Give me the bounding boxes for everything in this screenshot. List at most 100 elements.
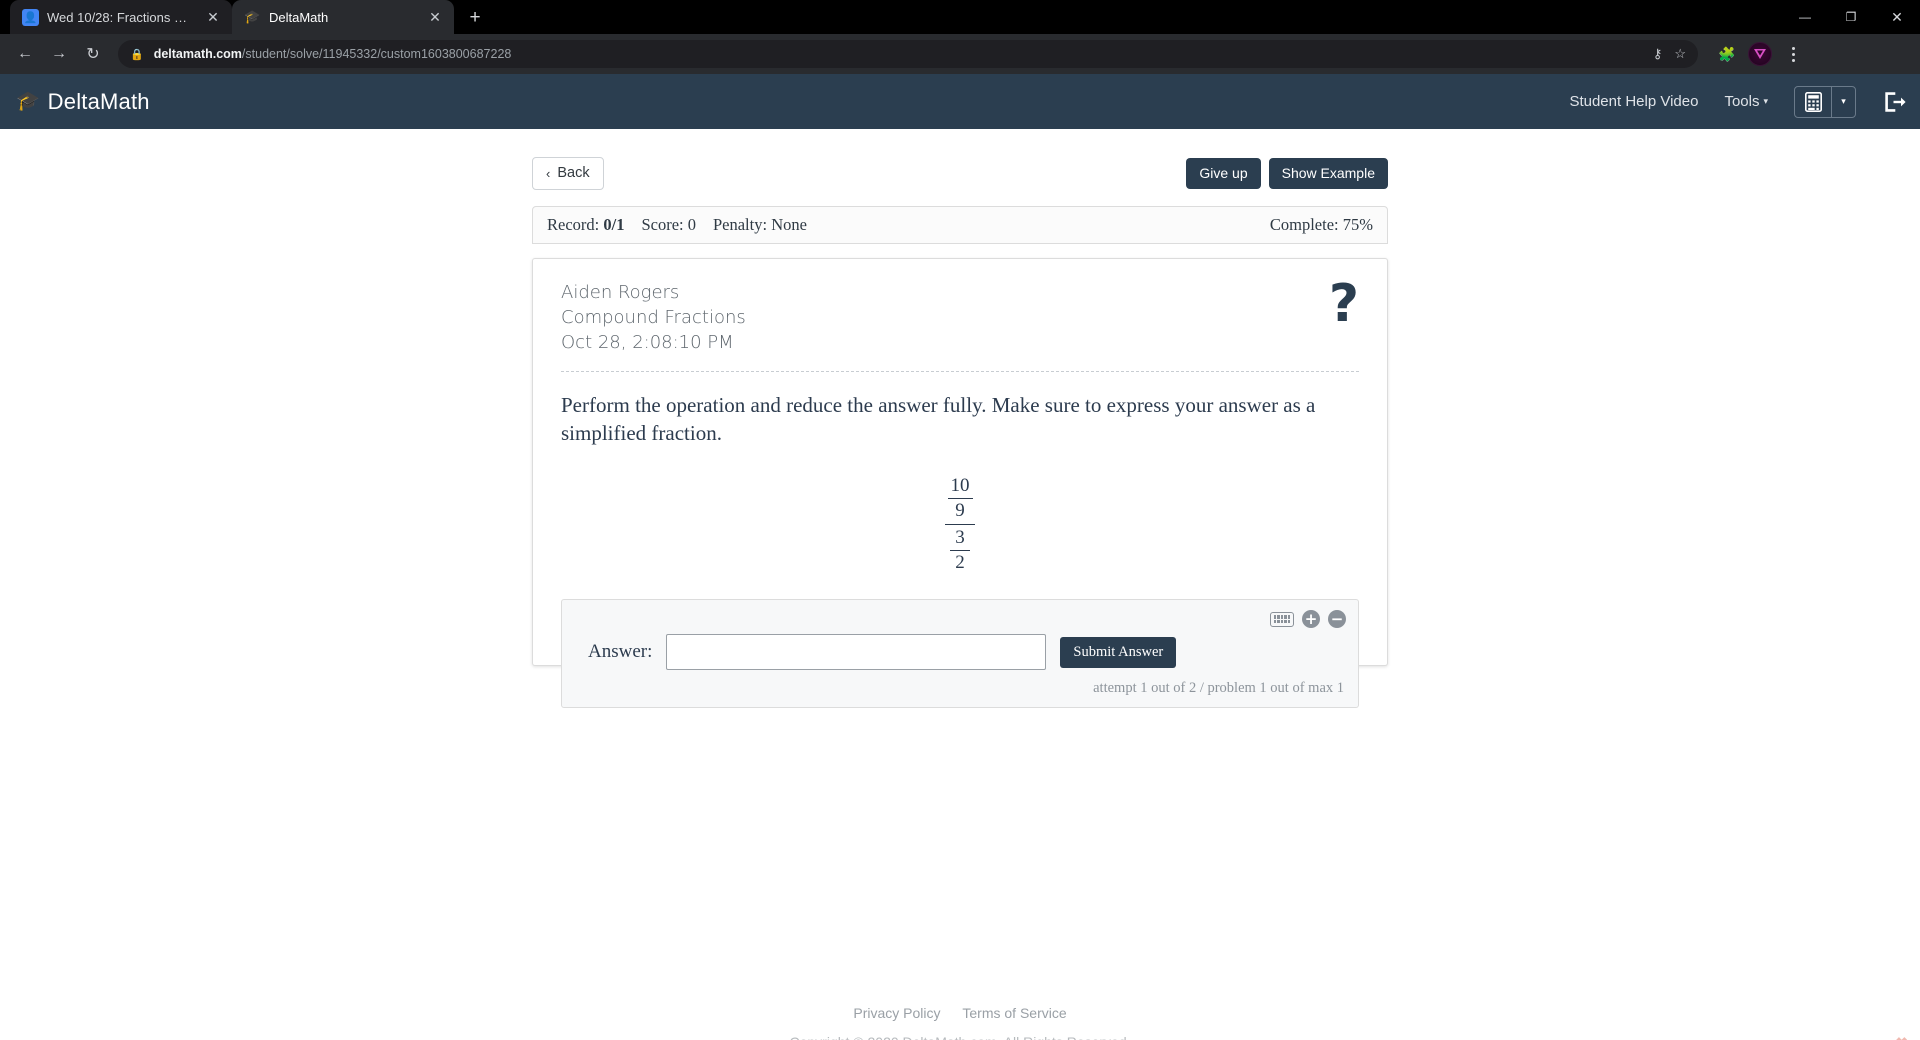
classroom-favicon-icon: 👤 — [22, 8, 39, 26]
browser-menu-icon[interactable] — [1782, 46, 1804, 62]
fraction-numerator-part: 10 9 — [947, 475, 973, 522]
lock-icon: 🔒 — [130, 48, 144, 61]
calculator-icon[interactable] — [1795, 87, 1831, 117]
logout-icon[interactable] — [1882, 91, 1906, 112]
complete-stat: Complete: 75% — [1270, 215, 1373, 235]
answer-input[interactable] — [666, 634, 1047, 671]
compound-fraction: 10 9 3 2 — [945, 476, 975, 573]
complete-value: 75% — [1342, 215, 1373, 234]
numerator-bottom: 9 — [955, 500, 965, 522]
reload-icon[interactable]: ↻ — [78, 39, 108, 69]
student-help-video-link[interactable]: Student Help Video — [1569, 93, 1698, 110]
url-path: /student/solve/11945332/custom1603800687… — [241, 47, 512, 61]
copyright-text: Copyright © 2020 DeltaMath.com. All Righ… — [0, 1034, 1920, 1040]
submit-answer-button[interactable]: Submit Answer — [1060, 636, 1177, 668]
footer-links: Privacy Policy Terms of Service — [0, 1005, 1920, 1021]
password-key-icon[interactable]: ⚷ — [1653, 46, 1663, 62]
tab-close-icon[interactable]: ✕ — [204, 8, 222, 26]
status-bar: Record: 0/1 Score: 0 Penalty: None Compl… — [532, 206, 1388, 244]
student-name: Aiden Rogers — [561, 282, 680, 303]
browser-toolbar: ← → ↻ 🔒 deltamath.com/student/solve/1194… — [0, 34, 1920, 74]
page-body: ‹ Back Give up Show Example Record: 0/1 … — [0, 129, 1920, 1040]
bookmark-star-icon[interactable]: ☆ — [1674, 46, 1686, 62]
answer-panel: + − Answer: Submit Answer attempt 1 out … — [561, 599, 1359, 709]
back-navigation-icon[interactable]: ← — [10, 39, 40, 69]
zoom-out-icon[interactable]: − — [1328, 610, 1346, 629]
fraction-bar — [950, 550, 970, 552]
keyboard-icon[interactable] — [1270, 611, 1294, 627]
privacy-policy-link[interactable]: Privacy Policy — [853, 1005, 940, 1021]
browser-tab-deltamath[interactable]: 🎓 DeltaMath ✕ — [232, 0, 454, 34]
keyboard-keys-glyph — [1273, 615, 1291, 624]
math-expression: 10 9 3 2 — [561, 476, 1359, 573]
window-minimize-button[interactable]: — — [1782, 0, 1828, 34]
new-tab-button[interactable]: + — [460, 2, 490, 32]
window-close-button[interactable]: ✕ — [1874, 0, 1920, 34]
penalty-stat: Penalty: None — [713, 215, 807, 235]
show-example-button[interactable]: Show Example — [1268, 157, 1388, 189]
problem-timestamp: Oct 28, 2:08:10 PM — [561, 331, 734, 353]
student-meta: Aiden Rogers Compound Fractions Oct 28, … — [561, 281, 746, 355]
avatar-glyph-icon — [1754, 49, 1766, 59]
score-stat: Score: 0 — [641, 215, 696, 235]
tab-close-icon[interactable]: ✕ — [426, 8, 444, 26]
address-bar[interactable]: 🔒 deltamath.com/student/solve/11945332/c… — [118, 40, 1698, 68]
action-buttons: Give up Show Example — [1186, 157, 1388, 189]
back-button[interactable]: ‹ Back — [532, 156, 604, 190]
window-controls: — ❐ ✕ — [1782, 0, 1920, 34]
answer-label: Answer: — [588, 641, 653, 663]
card-header: Aiden Rogers Compound Fractions Oct 28, … — [561, 278, 1359, 355]
calculator-group: ▾ — [1794, 85, 1856, 118]
terms-of-service-link[interactable]: Terms of Service — [962, 1005, 1066, 1021]
chevron-left-icon: ‹ — [546, 165, 551, 181]
calculator-dropdown-caret-icon[interactable]: ▾ — [1831, 86, 1855, 117]
page-footer: Privacy Policy Terms of Service Copyrigh… — [0, 1005, 1920, 1040]
penalty-label: Penalty: — [712, 215, 768, 234]
card-divider — [561, 371, 1359, 373]
score-value: 0 — [687, 215, 696, 234]
zoom-in-icon[interactable]: + — [1302, 610, 1320, 629]
browser-chrome: 👤 Wed 10/28: Fractions Review ✕ 🎓 DeltaM… — [0, 0, 1920, 74]
give-up-button[interactable]: Give up — [1186, 157, 1261, 189]
graduation-cap-icon: 🎓 — [16, 91, 40, 112]
tools-menu[interactable]: Tools ▾ — [1724, 93, 1768, 110]
calculator-glyph-icon — [1804, 91, 1822, 112]
main-fraction-bar — [945, 524, 975, 526]
numerator-top: 10 — [950, 475, 970, 497]
problem-card: Aiden Rogers Compound Fractions Oct 28, … — [532, 258, 1388, 709]
tools-label: Tools — [1724, 93, 1760, 110]
toolbar-right: 🧩 — [1710, 42, 1804, 66]
corner-close-icon[interactable]: ✖ — [1895, 1034, 1908, 1040]
profile-avatar-icon[interactable] — [1748, 42, 1772, 66]
fraction-denominator-part: 3 2 — [950, 528, 970, 573]
deltamath-logo[interactable]: 🎓 DeltaMath — [16, 89, 150, 115]
attempt-counter: attempt 1 out of 2 / problem 1 out of ma… — [1093, 680, 1344, 697]
help-question-mark-icon[interactable]: ? — [1329, 278, 1359, 330]
record-stat: Record: 0/1 — [547, 215, 624, 235]
answer-row: Answer: Submit Answer — [574, 630, 1346, 678]
back-button-label: Back — [557, 165, 590, 181]
deltamath-favicon-icon: 🎓 — [244, 9, 261, 24]
answer-toolbar: + − — [574, 608, 1346, 630]
compound-denominator: 3 2 — [950, 528, 970, 573]
navbar-right: Student Help Video Tools ▾ ▾ — [1569, 85, 1906, 118]
forward-navigation-icon[interactable]: → — [44, 39, 74, 69]
logo-text: DeltaMath — [47, 88, 150, 114]
window-maximize-button[interactable]: ❐ — [1828, 0, 1874, 34]
deltamath-navbar: 🎓 DeltaMath Student Help Video Tools ▾ ▾ — [0, 74, 1920, 129]
record-value: 0/1 — [603, 215, 625, 234]
action-row: ‹ Back Give up Show Example — [532, 153, 1388, 193]
tab-title: DeltaMath — [269, 9, 329, 25]
denominator-top: 3 — [955, 527, 965, 549]
assignment-name: Compound Fractions — [561, 306, 746, 328]
compound-numerator: 10 9 — [947, 475, 973, 522]
chevron-down-icon: ▾ — [1763, 96, 1768, 106]
score-label: Score: — [641, 215, 684, 234]
denominator-bottom: 2 — [955, 552, 965, 574]
extensions-puzzle-icon[interactable]: 🧩 — [1716, 43, 1738, 65]
browser-tab-classroom[interactable]: 👤 Wed 10/28: Fractions Review ✕ — [10, 0, 232, 34]
complete-label: Complete: — [1269, 215, 1339, 234]
content-column: ‹ Back Give up Show Example Record: 0/1 … — [532, 129, 1388, 709]
tab-title: Wed 10/28: Fractions Review — [47, 9, 196, 25]
logout-glyph-icon — [1885, 91, 1906, 112]
